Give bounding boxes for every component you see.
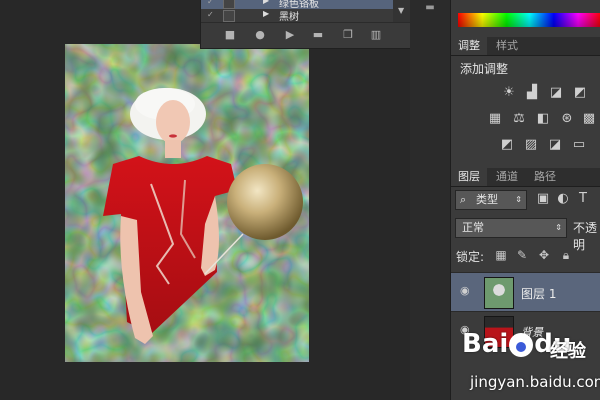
stepper-icon: ⇕ — [515, 195, 522, 204]
document-canvas[interactable] — [65, 44, 309, 362]
tab-channels[interactable]: 通道 — [489, 168, 525, 186]
tab-layers[interactable]: 图层 — [451, 168, 487, 186]
dock-button-icon[interactable]: ▬ — [422, 2, 438, 14]
layer-name[interactable]: 图层 1 — [521, 285, 556, 302]
layer-row[interactable]: ◉ 图层 1 — [451, 272, 600, 311]
stop-icon[interactable]: ■ — [223, 28, 237, 41]
color-balance-icon[interactable]: ⚖ — [511, 112, 527, 126]
watermark-url: jingyan.baidu.com — [470, 373, 600, 391]
dialog-toggle-box[interactable] — [223, 0, 235, 9]
layer-thumbnail — [484, 277, 514, 309]
pixel-filter-icon[interactable]: ▣ — [535, 192, 551, 206]
dialog-toggle-box[interactable] — [223, 10, 235, 22]
folder-icon[interactable]: ▬ — [311, 28, 325, 41]
document-image — [65, 44, 309, 362]
brightness-icon[interactable]: ☀ — [501, 86, 517, 100]
opacity-label: 不透明 — [573, 221, 598, 252]
levels-icon[interactable]: ▟ — [524, 86, 540, 100]
trash-icon[interactable]: ▥ — [369, 28, 383, 41]
color-spectrum[interactable] — [458, 13, 600, 27]
search-icon: ⌕ — [460, 193, 467, 206]
lock-transparent-icon[interactable]: ▦ — [494, 248, 508, 262]
expand-triangle-icon[interactable]: ▶ — [263, 0, 269, 5]
lock-brush-icon[interactable]: ✎ — [515, 248, 529, 262]
watermark-name: 经验 — [550, 341, 586, 362]
lock-label: 锁定: — [456, 250, 485, 264]
type-filter-icon[interactable]: T — [575, 192, 591, 206]
new-action-icon[interactable]: ❐ — [341, 28, 355, 41]
stepper-icon: ⇕ — [555, 223, 562, 232]
lock-move-icon[interactable]: ✥ — [537, 248, 551, 262]
blend-mode-value: 正常 — [462, 221, 484, 234]
play-icon[interactable]: ▶ — [283, 28, 297, 41]
check-icon[interactable]: ✓ — [207, 0, 216, 6]
action-name: 黑树 — [279, 12, 299, 23]
watermark-brand: Bai — [462, 329, 509, 359]
curves-icon[interactable]: ◪ — [548, 86, 564, 100]
adjustment-filter-icon[interactable]: ◐ — [555, 192, 571, 206]
lock-all-icon[interactable]: 🔒︎ — [559, 248, 573, 262]
check-icon[interactable]: ✓ — [207, 11, 216, 19]
baidu-watermark: Bai du 经验 jingyan.baidu.com — [440, 323, 600, 400]
gradient-map-icon[interactable]: ▭ — [571, 138, 587, 152]
threshold-icon[interactable]: ◪ — [547, 138, 563, 152]
tab-paths[interactable]: 路径 — [527, 168, 563, 186]
action-row[interactable]: ✓ ▶ 黑树 — [201, 9, 393, 23]
layer-filter-select[interactable]: ⌕ 类型 ⇕ — [455, 190, 527, 210]
blend-mode-select[interactable]: 正常 ⇕ — [455, 218, 567, 238]
tab-styles[interactable]: 样式 — [489, 37, 525, 55]
invert-icon[interactable]: ◩ — [499, 138, 515, 152]
paw-icon — [509, 332, 534, 357]
scrollbar[interactable]: ▼ — [393, 0, 410, 22]
vibrance-icon[interactable]: ▦ — [487, 112, 503, 126]
tab-adjustments[interactable]: 调整 — [451, 37, 487, 55]
adjustments-tabbar: 调整 样式 — [451, 37, 600, 56]
actions-toolbar: ■ ● ▶ ▬ ❐ ▥ — [201, 22, 411, 47]
record-icon[interactable]: ● — [253, 28, 267, 41]
scroll-down-icon[interactable]: ▼ — [398, 6, 404, 15]
expand-triangle-icon[interactable]: ▶ — [263, 9, 269, 18]
color-panel — [451, 0, 600, 36]
actions-panel: ✓ ▶ 绿色铬板 ✓ ▶ 黑树 ▼ ■ ● ▶ ▬ ❐ ▥ — [200, 0, 412, 49]
posterize-icon[interactable]: ▨ — [523, 138, 539, 152]
layers-tabbar: 图层 通道 路径 — [451, 168, 600, 187]
channel-mixer-icon[interactable]: ▩ — [581, 112, 597, 126]
exposure-icon[interactable]: ◩ — [572, 86, 588, 100]
eye-icon[interactable]: ◉ — [460, 285, 474, 297]
adjustments-title: 添加调整 — [460, 62, 509, 76]
photo-filter-icon[interactable]: ⊛ — [559, 112, 575, 126]
filter-kind-value: 类型 — [476, 193, 498, 206]
black-white-icon[interactable]: ◧ — [535, 112, 551, 126]
